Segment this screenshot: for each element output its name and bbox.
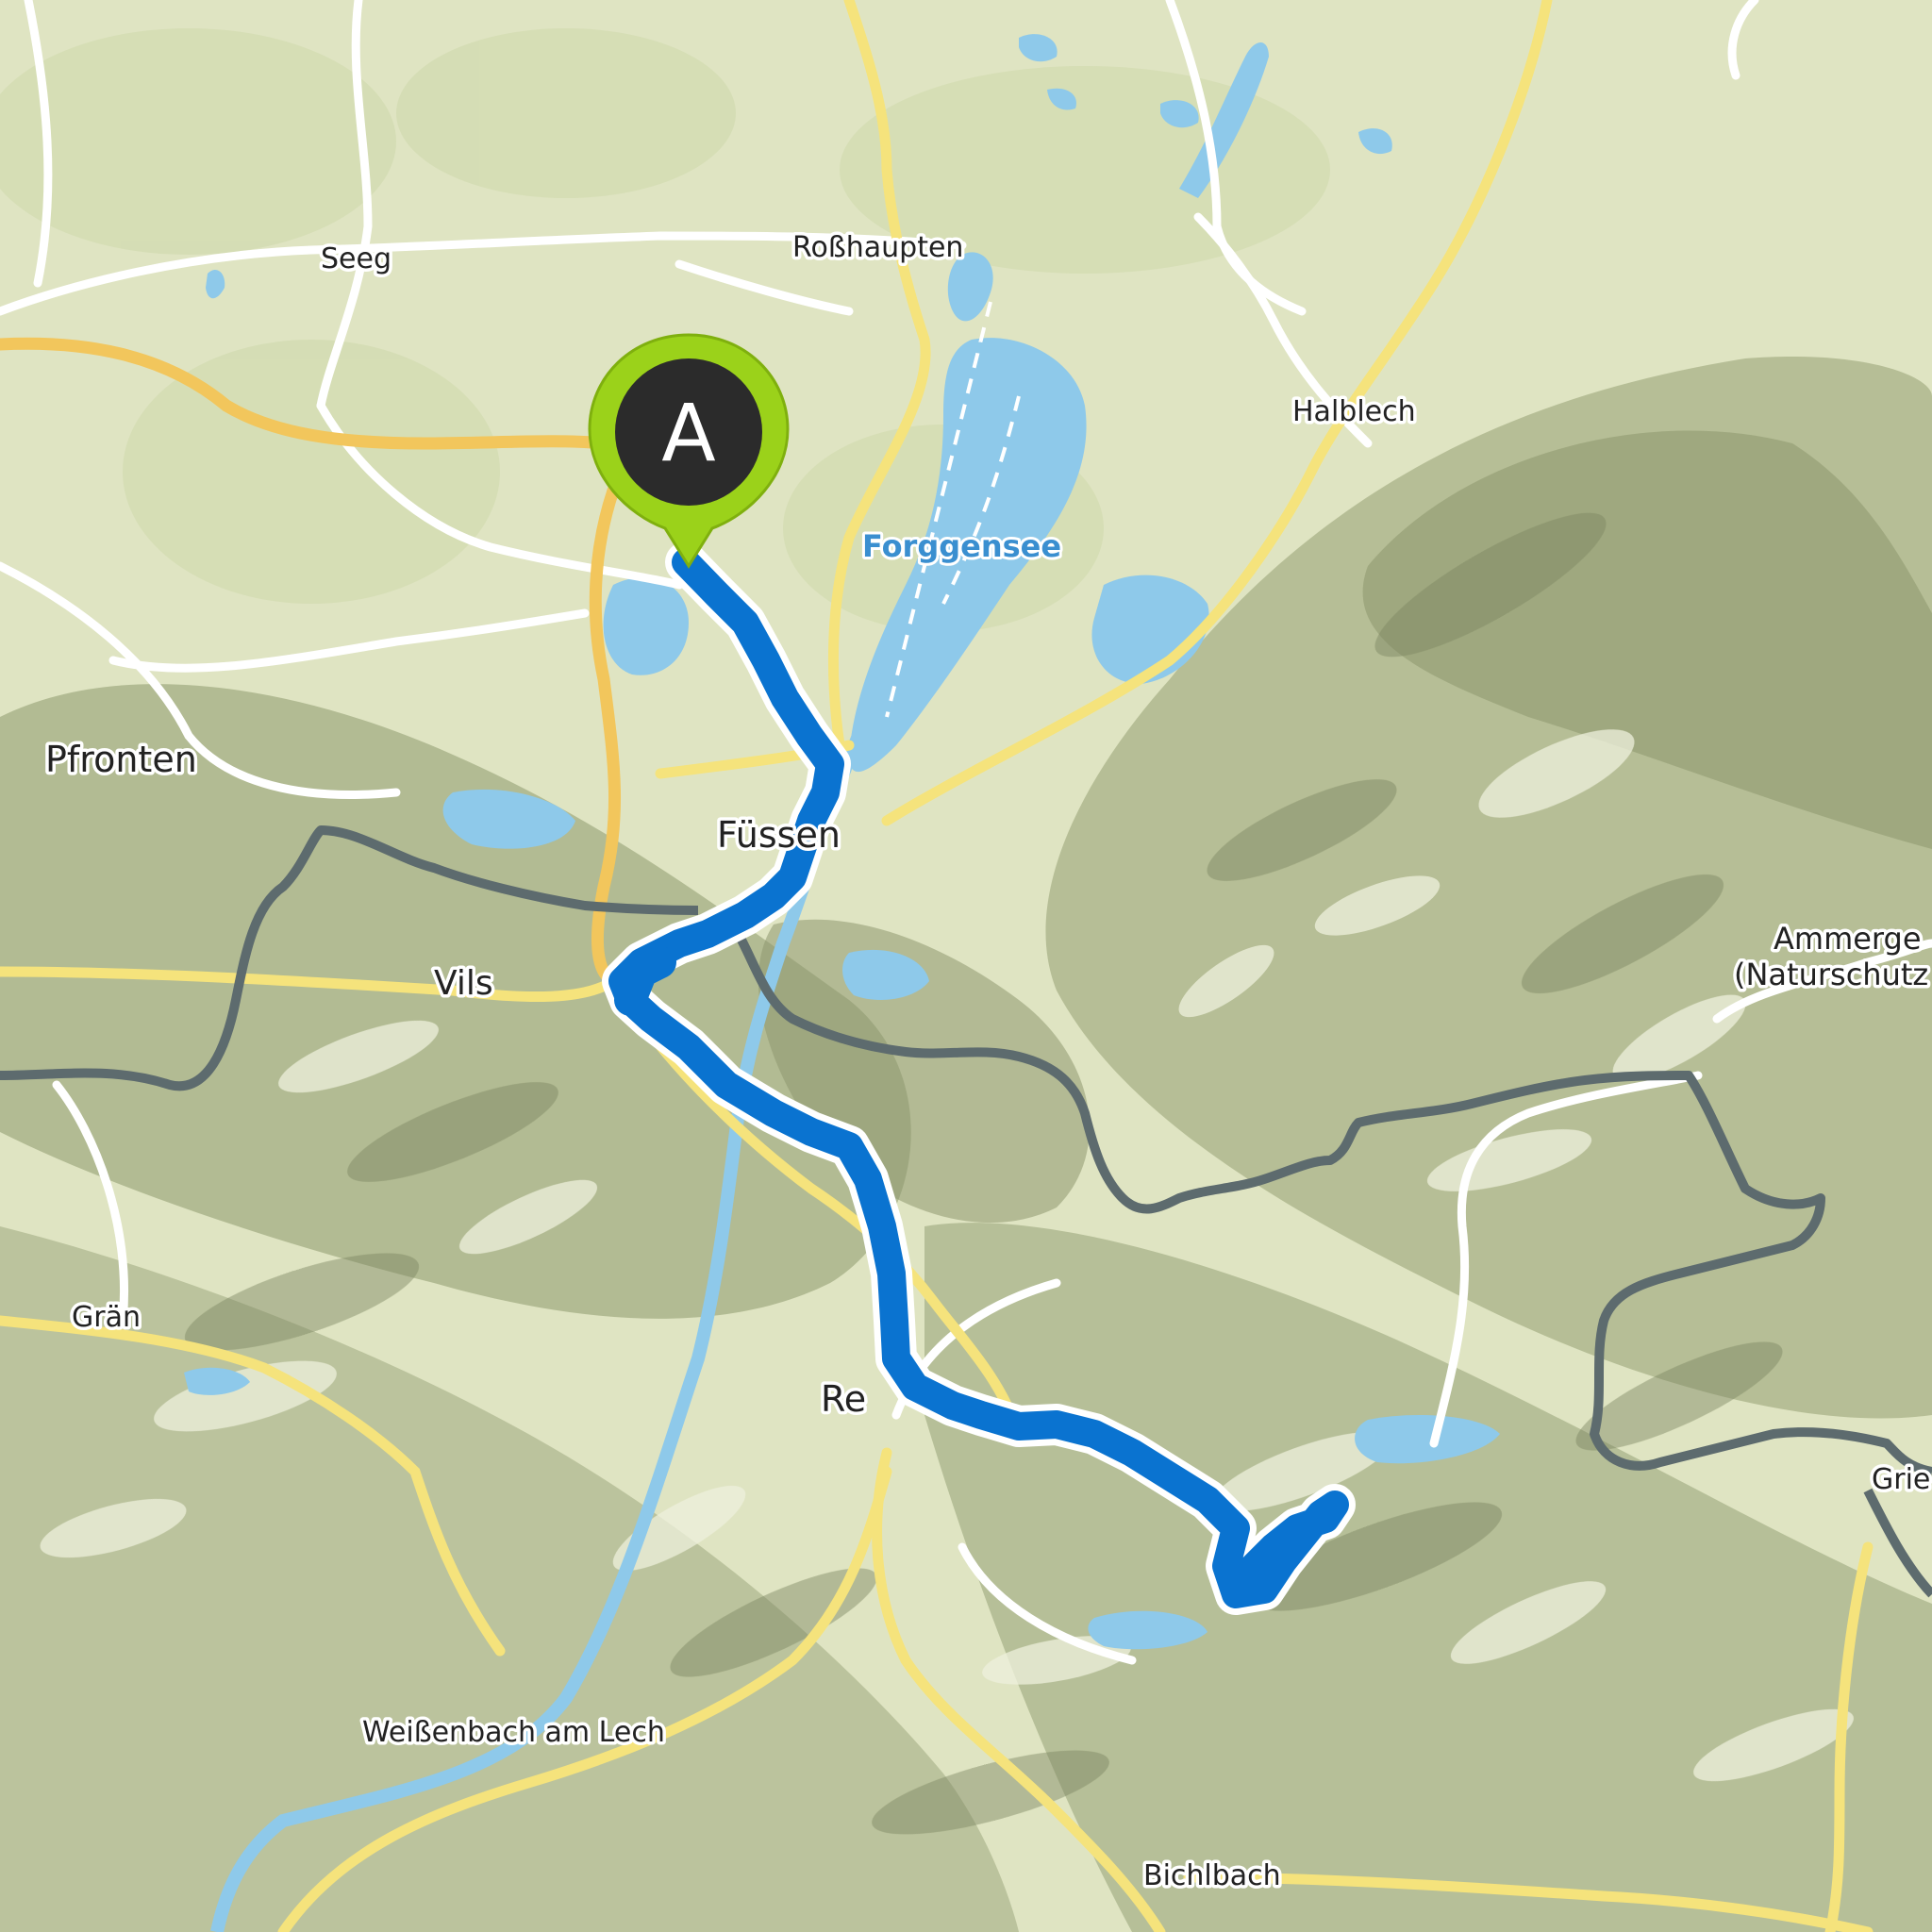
map-canvas[interactable]: Seeg Roßhaupten Halblech Pfronten Füssen… [0,0,1932,1932]
place-label-weissenbach: Weißenbach am Lech [362,1716,665,1749]
place-label-fuessen: Füssen [717,814,841,856]
place-label-grie: Grie [1872,1463,1930,1496]
place-label-graen: Grän [72,1301,141,1334]
place-label-reutte: Re [821,1378,866,1420]
place-label-vils: Vils [434,964,493,1003]
place-label-bichlbach: Bichlbach [1143,1859,1281,1892]
place-label-rosshaupten: Roßhaupten [792,231,963,264]
place-label-ammergebirge-1: Ammerge [1774,921,1922,957]
place-label-ammergebirge-2: (Naturschutz [1734,957,1928,992]
marker-letter: A [661,387,715,479]
place-label-halblech: Halblech [1292,395,1416,428]
place-label-pfronten: Pfronten [45,739,197,780]
map-view[interactable]: Seeg Roßhaupten Halblech Pfronten Füssen… [0,0,1932,1932]
place-label-seeg: Seeg [321,242,391,275]
lake-label-forggensee: Forggensee [862,528,1061,564]
